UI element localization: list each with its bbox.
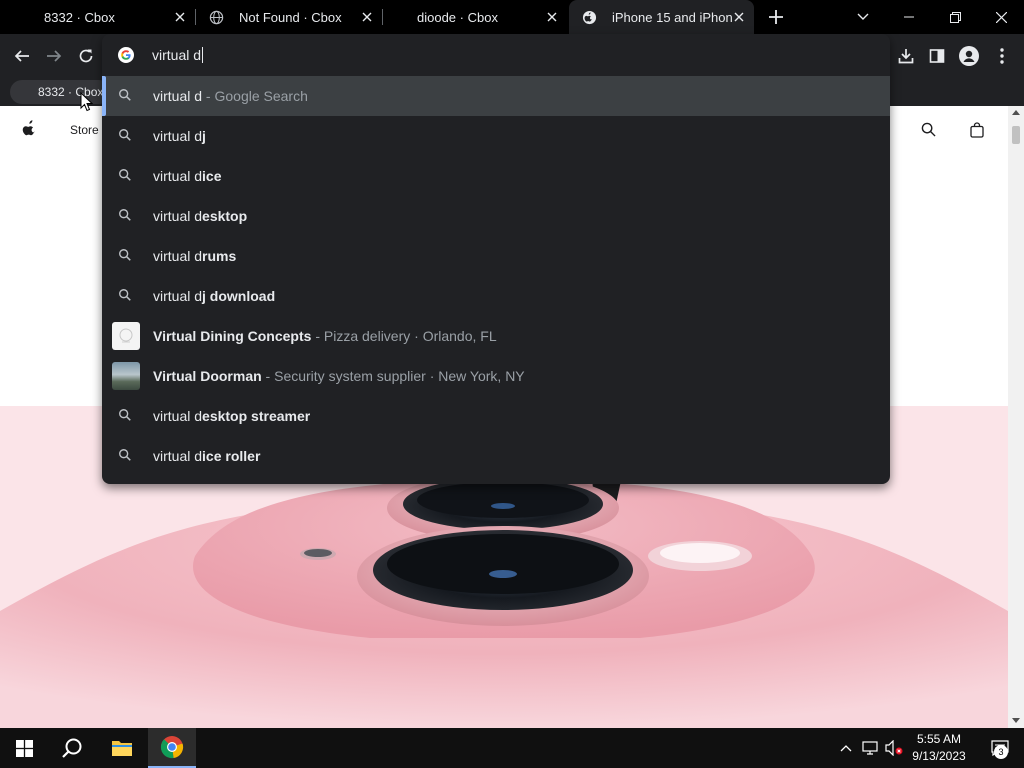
bookmark-label: 8332 · Cbox: [38, 85, 104, 99]
tab-not-found-cbox[interactable]: Not Found · Cbox: [196, 0, 382, 34]
suggestion-prefix: virtual d: [153, 128, 203, 144]
globe-icon: [208, 9, 224, 25]
side-panel-icon[interactable]: [925, 44, 949, 68]
suggestion-prefix: virtual d: [153, 208, 203, 224]
search-icon: [118, 448, 134, 464]
suggestion-detail: Security system supplier · New York, NY: [274, 368, 525, 384]
search-icon: [118, 88, 134, 104]
scroll-up-arrow-icon[interactable]: [1012, 110, 1020, 115]
suggestion-prefix: virtual d: [153, 408, 203, 424]
tab-dioode-cbox[interactable]: dioode · Cbox: [383, 0, 568, 34]
place-thumbnail: [112, 322, 140, 350]
restore-icon[interactable]: [932, 0, 978, 34]
place-thumbnail: [112, 362, 140, 390]
suggestion-completion: ice: [202, 168, 222, 184]
taskbar-search-icon[interactable]: [48, 728, 96, 768]
suggestion-completion: ining Concepts: [210, 328, 312, 344]
suggestion-place[interactable]: Virtual Dining Concepts - Pizza delivery…: [102, 316, 890, 356]
suggestion-item[interactable]: virtual drums: [102, 236, 890, 276]
tab-title: 8332 · Cbox: [44, 9, 115, 25]
windows-start-icon[interactable]: [0, 728, 48, 768]
chrome-taskbar-icon[interactable]: [148, 728, 196, 768]
close-icon[interactable]: [544, 9, 560, 25]
minimize-icon[interactable]: [886, 0, 932, 34]
text-caret: [202, 47, 204, 63]
apple-icon: [581, 9, 597, 25]
suggestion-completion: ice roller: [202, 448, 261, 464]
download-icon[interactable]: [894, 44, 918, 68]
search-icon: [118, 128, 134, 144]
back-arrow-icon[interactable]: [10, 44, 34, 68]
scroll-thumb[interactable]: [1012, 126, 1020, 144]
suggestion-item[interactable]: virtual dj download: [102, 276, 890, 316]
suggestion-prefix: virtual d: [153, 248, 203, 264]
suggestion-item[interactable]: virtual dj: [102, 116, 890, 156]
suggestion-item[interactable]: virtual dice roller: [102, 436, 890, 476]
omnibox-typed-text: virtual d: [152, 47, 202, 63]
clock-time: 5:55 AM: [916, 732, 962, 746]
clock-date: 9/13/2023: [912, 749, 966, 763]
suggestion-item[interactable]: virtual desktop: [102, 196, 890, 236]
windows-taskbar: 5:55 AM 9/13/2023 3: [0, 728, 1024, 768]
search-icon: [118, 408, 134, 424]
suggestion-place[interactable]: Virtual Doorman - Security system suppli…: [102, 356, 890, 396]
suggestion-completion: j download: [202, 288, 276, 304]
search-icon: [118, 208, 134, 224]
page-scrollbar[interactable]: [1008, 106, 1024, 728]
suggestion-prefix: Virtual D: [153, 368, 211, 384]
tab-title: iPhone 15 and iPhone 15 Plus - Apple: [612, 9, 732, 25]
tab-iphone-15[interactable]: iPhone 15 and iPhone 15 Plus - Apple: [569, 0, 754, 34]
volume-muted-icon[interactable]: [882, 728, 906, 768]
close-window-icon[interactable]: [978, 0, 1024, 34]
new-tab-icon[interactable]: [766, 7, 786, 27]
suggestion-google-search[interactable]: virtual d - Google Search: [102, 76, 890, 116]
search-icon: [118, 248, 134, 264]
profile-avatar-icon[interactable]: [957, 44, 981, 68]
search-icon: [118, 168, 134, 184]
suggestion-prefix: Virtual D: [153, 328, 211, 344]
file-explorer-icon[interactable]: [98, 728, 146, 768]
bookmark-8332-cbox[interactable]: 8332 · Cbox: [10, 80, 112, 104]
search-icon: [118, 288, 134, 304]
suggestion-prefix: virtual d: [153, 168, 203, 184]
suggestion-query: virtual d: [153, 88, 203, 104]
notification-count-badge: 3: [994, 745, 1008, 759]
omnibox-dropdown: virtual d virtual d - Google Search virt…: [102, 34, 890, 484]
close-icon[interactable]: [172, 9, 188, 25]
address-bar-input[interactable]: virtual d: [102, 34, 890, 76]
kebab-menu-icon[interactable]: [990, 44, 1014, 68]
suggestion-item[interactable]: virtual dice: [102, 156, 890, 196]
suggestion-detail: Pizza delivery · Orlando, FL: [323, 328, 497, 344]
taskbar-clock[interactable]: 5:55 AM 9/13/2023: [910, 731, 968, 765]
tab-title: Not Found · Cbox: [239, 9, 342, 25]
scroll-down-arrow-icon[interactable]: [1012, 718, 1020, 723]
suggestion-detail: Google Search: [214, 88, 308, 104]
suggestion-completion: esktop streamer: [202, 408, 311, 424]
close-icon[interactable]: [359, 9, 375, 25]
google-g-icon: [118, 47, 134, 63]
suggestion-completion: rums: [202, 248, 237, 264]
suggestion-prefix: virtual d: [153, 448, 203, 464]
mouse-cursor-icon: [80, 92, 93, 112]
tab-8332-cbox[interactable]: 8332 · Cbox: [0, 0, 195, 34]
network-icon[interactable]: [858, 728, 882, 768]
close-icon[interactable]: [731, 9, 747, 25]
forward-arrow-icon[interactable]: [42, 44, 66, 68]
reload-icon[interactable]: [74, 44, 98, 68]
show-hidden-icons-chevron-icon[interactable]: [834, 728, 858, 768]
tab-title: dioode · Cbox: [417, 9, 498, 25]
suggestion-completion: oorman: [210, 368, 262, 384]
suggestion-item[interactable]: virtual desktop streamer: [102, 396, 890, 436]
suggestion-completion: esktop: [202, 208, 248, 224]
suggestion-completion: j: [202, 128, 206, 144]
suggestion-prefix: virtual d: [153, 288, 203, 304]
tab-search-chevron-icon[interactable]: [840, 0, 886, 34]
tab-strip: 8332 · Cbox Not Found · Cbox dioode · Cb…: [0, 0, 1024, 34]
